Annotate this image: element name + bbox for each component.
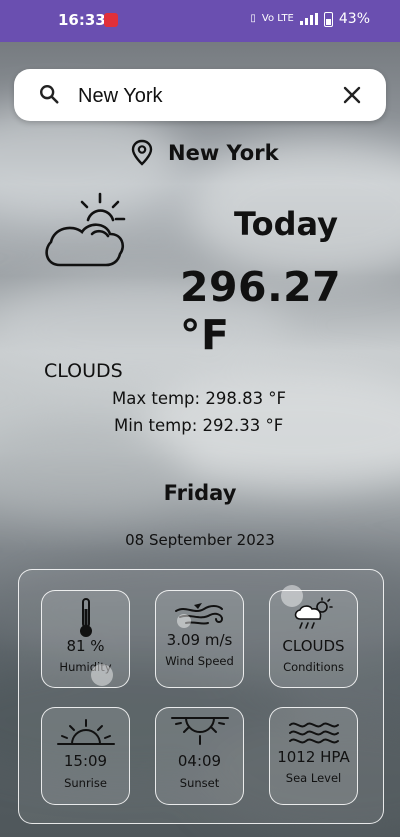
sunrise-label: Sunrise — [64, 776, 107, 790]
close-icon[interactable] — [342, 85, 362, 105]
vibrate-icon: ▯ — [250, 13, 256, 24]
sea-level-label: Sea Level — [285, 771, 342, 785]
wind-speed-tile: 3.09 m/s Wind Speed — [155, 590, 244, 688]
weekday: Friday — [163, 481, 237, 505]
thermometer-icon — [79, 598, 92, 637]
current-temperature: 296.27 °F — [180, 263, 342, 359]
notification-app-icon — [104, 13, 118, 27]
search-bar[interactable] — [14, 69, 386, 121]
humidity-tile: 81 % Humidity — [41, 590, 130, 688]
conditions-tile: CLOUDS Conditions — [269, 590, 358, 688]
signal-icon — [299, 13, 318, 25]
conditions-value: CLOUDS — [282, 637, 345, 655]
location-pin-icon — [131, 139, 153, 166]
date: 08 September 2023 — [125, 531, 275, 549]
decorative-bubble — [281, 585, 303, 607]
wind-speed-label: Wind Speed — [165, 654, 234, 668]
volte-label: Vo LTE — [261, 13, 294, 24]
max-temperature: Max temp: 298.83 °F — [112, 389, 287, 408]
cloud-sun-icon — [45, 192, 126, 267]
waves-icon — [288, 722, 339, 744]
sunset-label: Sunset — [179, 776, 220, 790]
sunrise-value: 15:09 — [63, 752, 108, 770]
decorative-bubble — [177, 614, 191, 628]
status-indicators: ▯ Vo LTE 43% — [250, 11, 370, 27]
battery-level: 43% — [338, 11, 370, 27]
search-input[interactable] — [76, 79, 340, 113]
sunrise-icon — [56, 719, 115, 745]
min-temperature: Min temp: 292.33 °F — [114, 416, 284, 435]
status-time: 16:33 — [58, 11, 106, 29]
location-name: New York — [168, 141, 279, 165]
wind-speed-value: 3.09 m/s — [166, 631, 233, 649]
today-label: Today — [234, 205, 338, 243]
status-bar: 16:33 ▯ Vo LTE 43% — [0, 0, 400, 42]
decorative-bubble — [91, 664, 113, 686]
location: New York — [130, 138, 279, 168]
sunset-tile: 04:09 Sunset — [155, 707, 244, 805]
sunrise-tile: 15:09 Sunrise — [41, 707, 130, 805]
sea-level-value: 1012 HPA — [277, 748, 350, 766]
conditions-label: Conditions — [283, 660, 344, 674]
search-icon[interactable] — [38, 83, 60, 105]
sea-level-tile: 1012 HPA Sea Level — [269, 707, 358, 805]
details-panel: 81 % Humidity 3.09 m/s Wind Speed CLOUDS… — [18, 569, 384, 824]
sunset-value: 04:09 — [177, 752, 222, 770]
sunset-icon — [170, 717, 229, 745]
humidity-label: Humidity — [59, 660, 112, 674]
battery-icon — [323, 11, 333, 27]
weather-condition: CLOUDS — [44, 360, 123, 382]
humidity-value: 81 % — [66, 637, 105, 655]
